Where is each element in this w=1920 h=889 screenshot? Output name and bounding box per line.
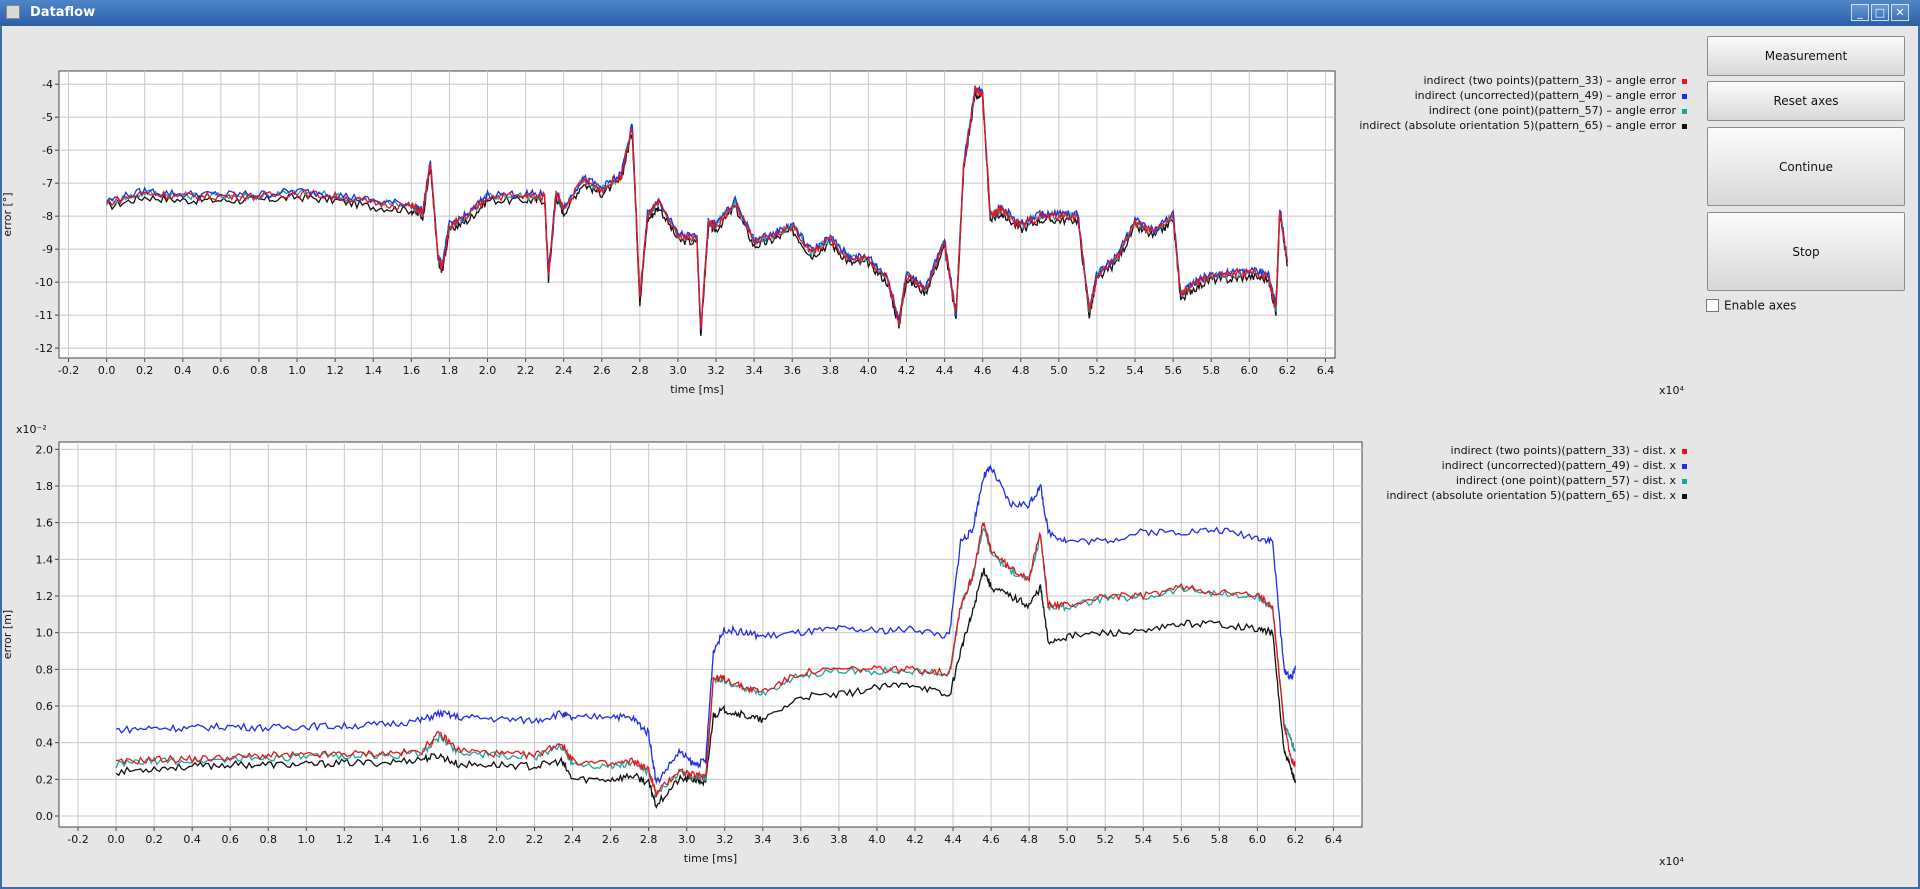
x-tick-label: 1.2 xyxy=(336,833,354,846)
y-tick-label: 1.6 xyxy=(36,517,54,530)
legend-entry: indirect (one point)(pattern_57) – angle… xyxy=(1359,103,1687,118)
x-tick-label: 1.6 xyxy=(412,833,430,846)
plot-area xyxy=(58,441,1363,828)
x-tick-label: 3.6 xyxy=(792,833,810,846)
distance-chart-legend: indirect (two points)(pattern_33) – dist… xyxy=(1386,443,1687,503)
angle-chart-legend: indirect (two points)(pattern_33) – angl… xyxy=(1359,73,1687,133)
measurement-button[interactable]: Measurement xyxy=(1707,36,1905,76)
legend-label: indirect (uncorrected)(pattern_49) – dis… xyxy=(1441,459,1676,472)
x-tick-label: 0.4 xyxy=(183,833,201,846)
legend-label: indirect (absolute orientation 5)(patter… xyxy=(1359,119,1676,132)
legend-swatch xyxy=(1682,123,1687,129)
x-tick-label: 0.0 xyxy=(107,833,125,846)
legend-label: indirect (one point)(pattern_57) – dist.… xyxy=(1455,474,1676,487)
x-tick-label: 3.8 xyxy=(830,833,848,846)
legend-label: indirect (two points)(pattern_33) – angl… xyxy=(1423,74,1676,87)
x-tick-label: 2.6 xyxy=(602,833,620,846)
x-tick-label: 4.6 xyxy=(982,833,1000,846)
legend-entry: indirect (uncorrected)(pattern_49) – ang… xyxy=(1359,88,1687,103)
legend-swatch xyxy=(1682,478,1687,484)
x-tick-label: 0.6 xyxy=(221,833,239,846)
legend-entry: indirect (absolute orientation 5)(patter… xyxy=(1359,118,1687,133)
enable-axes-checkbox[interactable] xyxy=(1706,299,1719,312)
stop-button[interactable]: Stop xyxy=(1707,212,1905,291)
x-tick-label: 3.4 xyxy=(754,833,772,846)
legend-entry: indirect (two points)(pattern_33) – angl… xyxy=(1359,73,1687,88)
angle-chart-x-multiplier: x10⁴ xyxy=(1659,384,1684,397)
continue-button[interactable]: Continue xyxy=(1707,127,1905,206)
legend-label: indirect (absolute orientation 5)(patter… xyxy=(1386,489,1676,502)
x-tick-label: 5.2 xyxy=(1096,833,1114,846)
x-tick-label: 4.2 xyxy=(906,833,924,846)
x-tick-label: 4.4 xyxy=(944,833,962,846)
x-tick-label: 6.4 xyxy=(1325,833,1343,846)
x-tick-label: 3.2 xyxy=(716,833,734,846)
y-tick-label: 1.2 xyxy=(36,590,54,603)
legend-swatch xyxy=(1682,493,1687,499)
x-tick-label: 4.8 xyxy=(1020,833,1038,846)
x-tick-label: 1.4 xyxy=(374,833,392,846)
x-tick-label: 5.6 xyxy=(1173,833,1191,846)
x-tick-label: 5.0 xyxy=(1058,833,1076,846)
x-tick-label: 4.0 xyxy=(868,833,886,846)
legend-swatch xyxy=(1682,448,1687,454)
legend-swatch xyxy=(1682,108,1687,114)
legend-entry: indirect (one point)(pattern_57) – dist.… xyxy=(1386,473,1687,488)
legend-swatch xyxy=(1682,93,1687,99)
legend-entry: indirect (uncorrected)(pattern_49) – dis… xyxy=(1386,458,1687,473)
legend-label: indirect (one point)(pattern_57) – angle… xyxy=(1428,104,1676,117)
y-tick-label: 0.0 xyxy=(36,810,54,823)
enable-axes-label: Enable axes xyxy=(1724,298,1797,313)
distance-chart-x-multiplier: x10⁴ xyxy=(1659,855,1684,868)
legend-label: indirect (uncorrected)(pattern_49) – ang… xyxy=(1414,89,1676,102)
legend-swatch xyxy=(1682,78,1687,84)
x-tick-label: 0.8 xyxy=(259,833,277,846)
x-tick-label: -0.2 xyxy=(67,833,88,846)
y-axis-label: error [m] xyxy=(1,610,14,659)
x-tick-label: 2.0 xyxy=(488,833,506,846)
x-tick-label: 2.2 xyxy=(526,833,544,846)
y-tick-label: 0.4 xyxy=(36,737,54,750)
y-tick-label: 0.8 xyxy=(36,663,54,676)
y-tick-label: 0.6 xyxy=(36,700,54,713)
x-tick-label: 1.8 xyxy=(450,833,468,846)
legend-entry: indirect (absolute orientation 5)(patter… xyxy=(1386,488,1687,503)
x-tick-label: 1.0 xyxy=(298,833,316,846)
legend-entry: indirect (two points)(pattern_33) – dist… xyxy=(1386,443,1687,458)
enable-axes-checkbox-row[interactable]: Enable axes xyxy=(1706,298,1797,313)
x-tick-label: 2.8 xyxy=(640,833,658,846)
distance-chart-y-multiplier: x10⁻² xyxy=(16,423,47,436)
y-tick-label: 2.0 xyxy=(36,443,54,456)
y-tick-label: 1.0 xyxy=(36,627,54,640)
y-tick-label: 0.2 xyxy=(36,773,54,786)
y-tick-label: 1.4 xyxy=(36,553,54,566)
y-tick-label: 1.8 xyxy=(36,480,54,493)
reset-axes-button[interactable]: Reset axes xyxy=(1707,81,1905,121)
x-tick-label: 5.8 xyxy=(1211,833,1229,846)
x-tick-label: 3.0 xyxy=(678,833,696,846)
legend-label: indirect (two points)(pattern_33) – dist… xyxy=(1450,444,1676,457)
x-tick-label: 6.2 xyxy=(1287,833,1305,846)
x-tick-label: 0.2 xyxy=(145,833,163,846)
x-tick-label: 5.4 xyxy=(1134,833,1152,846)
x-axis-label: time [ms] xyxy=(684,852,737,865)
x-tick-label: 2.4 xyxy=(564,833,582,846)
legend-swatch xyxy=(1682,463,1687,469)
x-tick-label: 6.0 xyxy=(1249,833,1267,846)
